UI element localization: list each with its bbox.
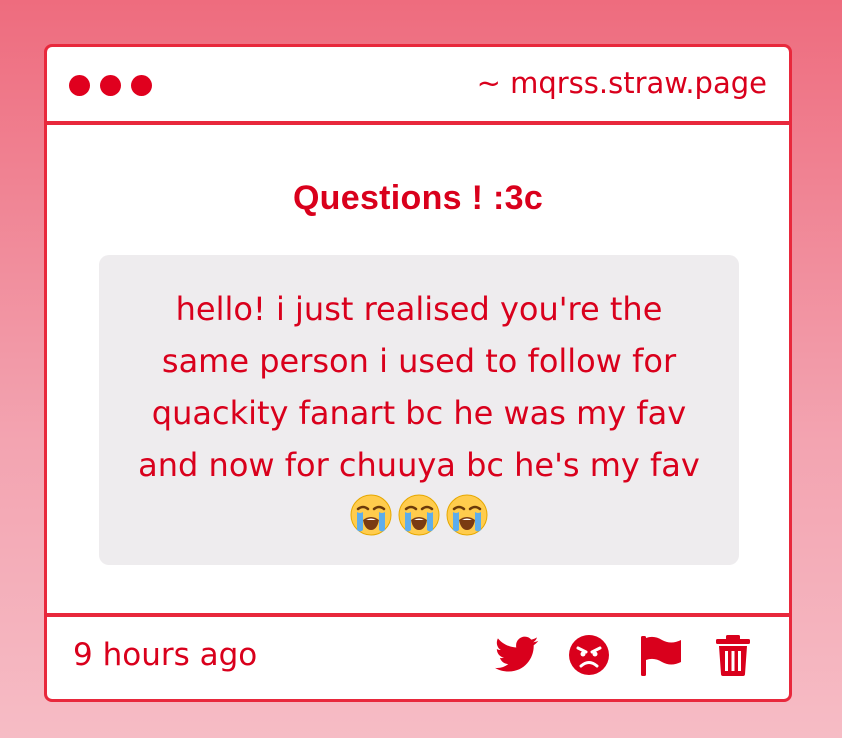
message-emoji-row xyxy=(349,493,489,537)
window-titlebar: ~ mqrss.straw.page xyxy=(47,47,789,125)
action-bar xyxy=(495,633,755,677)
window-dot-1[interactable] xyxy=(69,75,90,96)
flag-button[interactable] xyxy=(639,633,683,677)
delete-button[interactable] xyxy=(711,633,755,677)
flag-icon xyxy=(641,636,681,676)
site-url[interactable]: ~ mqrss.straw.page xyxy=(477,65,767,101)
trash-icon xyxy=(716,635,750,676)
share-twitter-button[interactable] xyxy=(495,633,539,677)
message-box: hello! i just realised you're the same p… xyxy=(99,255,739,565)
question-card: ~ mqrss.straw.page Questions ! :3c hello… xyxy=(44,44,792,702)
loudly-crying-face-icon xyxy=(398,494,440,536)
card-footer: 9 hours ago xyxy=(47,613,789,699)
card-title: Questions ! :3c xyxy=(292,179,544,217)
loudly-crying-face-icon xyxy=(350,494,392,536)
angry-face-icon xyxy=(569,635,609,675)
message-text: hello! i just realised you're the same p… xyxy=(138,290,700,484)
window-controls xyxy=(69,75,152,96)
window-dot-2[interactable] xyxy=(100,75,121,96)
loudly-crying-face-icon xyxy=(446,494,488,536)
twitter-icon xyxy=(495,636,539,672)
window-dot-3[interactable] xyxy=(131,75,152,96)
timestamp: 9 hours ago xyxy=(73,637,258,673)
report-angry-button[interactable] xyxy=(567,633,611,677)
